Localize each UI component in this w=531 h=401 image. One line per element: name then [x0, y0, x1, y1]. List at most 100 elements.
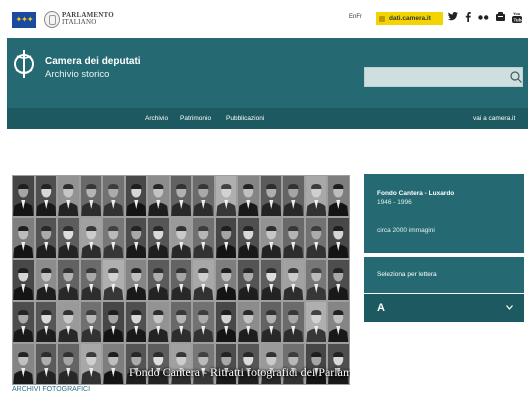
portrait-tile	[193, 176, 214, 216]
portrait-tile	[283, 218, 304, 258]
portrait-tile	[125, 302, 147, 342]
svg-text:Tube: Tube	[514, 17, 523, 22]
letter-dropdown-value: A	[377, 302, 385, 314]
camera-emblem-icon[interactable]	[11, 48, 37, 80]
main-nav: Archivio Patrimonio Pubblicazioni vai a …	[7, 108, 528, 129]
portrait-tile	[215, 302, 237, 342]
select-label: Seleziona per lettera	[377, 271, 437, 278]
portrait-tile	[238, 302, 259, 342]
rss-icon[interactable]	[496, 12, 505, 24]
nav-item-camera-it[interactable]: vai a camera.it	[473, 115, 515, 122]
portrait-tile	[35, 176, 57, 216]
portrait-tile	[193, 302, 214, 342]
chevron-down-icon	[506, 305, 513, 310]
portrait-tile	[170, 302, 192, 342]
portrait-tile	[103, 302, 124, 342]
eu-flag-icon: ✦✦✦	[12, 12, 36, 28]
lock-icon	[379, 15, 385, 22]
portrait-tile	[13, 344, 34, 384]
portrait-tile	[283, 176, 304, 216]
portrait-tile	[148, 260, 169, 300]
portrait-tile	[125, 218, 147, 258]
portrait-tile	[35, 344, 57, 384]
portrait-tile	[148, 176, 169, 216]
portrait-tile	[80, 344, 102, 384]
portrait-tile	[170, 218, 192, 258]
dati-camera-label: dati.camera.it	[389, 15, 431, 22]
dati-camera-button[interactable]: dati.camera.it	[376, 12, 443, 25]
parliament-logo-text[interactable]: PARLAMENTO ITALIANO	[62, 12, 114, 26]
portrait-tile	[305, 260, 327, 300]
youtube-icon[interactable]: YouTube	[512, 11, 524, 26]
portrait-tile	[170, 260, 192, 300]
nav-item-pubblicazioni[interactable]: Pubblicazioni	[226, 115, 264, 122]
portrait-tile	[35, 218, 57, 258]
language-switch[interactable]: EnFr	[349, 14, 362, 20]
portrait-tile	[260, 176, 282, 216]
portrait-tile	[215, 260, 237, 300]
portrait-tile	[35, 302, 57, 342]
search-input[interactable]	[364, 67, 523, 87]
portrait-tile	[103, 260, 124, 300]
parliament-line2: ITALIANO	[62, 18, 97, 26]
portrait-tile	[58, 260, 79, 300]
letter-select-panel: Seleziona per lettera	[364, 257, 524, 293]
portrait-tile	[80, 302, 102, 342]
portrait-tile	[238, 218, 259, 258]
portrait-tile	[260, 302, 282, 342]
portrait-tile	[58, 218, 79, 258]
flickr-icon[interactable]	[478, 13, 489, 23]
portrait-tile	[193, 260, 214, 300]
fondo-years: 1946 - 1996	[377, 199, 412, 206]
fondo-title: Fondo Cantera - Luxardo	[377, 190, 455, 197]
top-bar: ✦✦✦ PARLAMENTO ITALIANO EnFr dati.camera…	[0, 0, 531, 38]
portrait-tile	[13, 302, 34, 342]
portrait-tile	[13, 218, 34, 258]
portrait-tile	[328, 302, 349, 342]
portrait-tile	[215, 218, 237, 258]
fondo-count: circa 2000 immagini	[377, 227, 435, 234]
portrait-tile	[305, 176, 327, 216]
svg-text:You: You	[513, 11, 521, 16]
nav-item-archivio[interactable]: Archivio	[145, 115, 168, 122]
portrait-tile	[58, 302, 79, 342]
portrait-tile	[13, 260, 34, 300]
parliament-emblem-icon[interactable]	[44, 11, 60, 28]
site-header: Camera dei deputati Archivio storico	[7, 38, 528, 109]
site-subtitle[interactable]: Archivio storico	[45, 69, 109, 80]
portrait-tile	[58, 176, 79, 216]
portrait-tile	[328, 260, 349, 300]
portrait-tile	[238, 176, 259, 216]
portrait-tile	[80, 176, 102, 216]
portrait-mosaic[interactable]: Fondo Cantera - Ritratti fotografici dei…	[12, 175, 350, 385]
portrait-tile	[148, 218, 169, 258]
portrait-tile	[238, 260, 259, 300]
portrait-tile	[80, 260, 102, 300]
portrait-tile	[125, 176, 147, 216]
nav-item-patrimonio[interactable]: Patrimonio	[180, 115, 211, 122]
portrait-tile	[125, 260, 147, 300]
portrait-tile	[283, 260, 304, 300]
portrait-tile	[103, 344, 124, 384]
portrait-tile	[260, 218, 282, 258]
portrait-tile	[170, 176, 192, 216]
portrait-tile	[193, 218, 214, 258]
twitter-icon[interactable]	[448, 12, 458, 24]
site-title[interactable]: Camera dei deputati	[45, 56, 141, 67]
portrait-tile	[13, 176, 34, 216]
portrait-tile	[35, 260, 57, 300]
portrait-tile	[328, 218, 349, 258]
letter-dropdown[interactable]: A	[364, 294, 524, 322]
search-icon[interactable]	[510, 71, 522, 83]
facebook-icon[interactable]	[465, 11, 471, 25]
mosaic-caption: Fondo Cantera - Ritratti fotografici dei…	[129, 365, 350, 379]
fondo-info-panel: Fondo Cantera - Luxardo 1946 - 1996 circ…	[364, 174, 524, 253]
portrait-tile	[80, 218, 102, 258]
portrait-tile	[148, 302, 169, 342]
portrait-tile	[260, 260, 282, 300]
archivi-fotografici-link[interactable]: ARCHIVI FOTOGRAFICI	[12, 386, 90, 393]
portrait-tile	[215, 176, 237, 216]
portrait-tile	[283, 302, 304, 342]
portrait-tile	[103, 218, 124, 258]
portrait-tile	[58, 344, 79, 384]
